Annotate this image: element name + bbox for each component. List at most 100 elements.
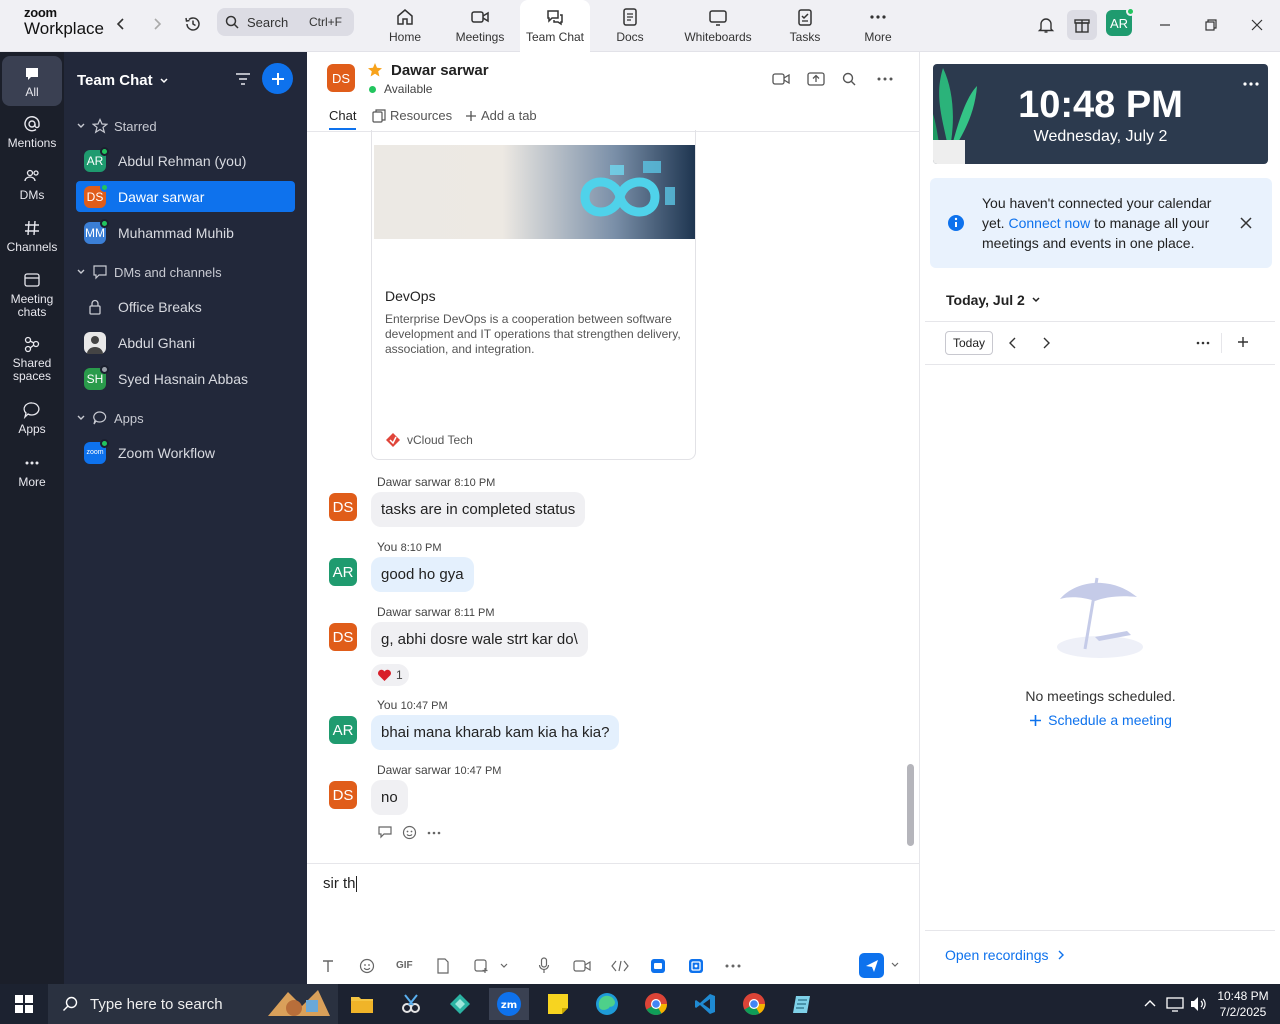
file-explorer-icon[interactable] <box>342 988 382 1020</box>
add-reaction-icon[interactable] <box>402 824 418 840</box>
gift-button[interactable] <box>1067 10 1097 40</box>
connect-now-link[interactable]: Connect now <box>1008 215 1090 231</box>
volume-icon[interactable] <box>1190 996 1208 1012</box>
add-tab-button[interactable]: Add a tab <box>465 108 537 123</box>
tab-whiteboards[interactable]: Whiteboards <box>680 0 756 52</box>
rail-mentions[interactable]: Mentions <box>2 115 62 150</box>
search-icon[interactable] <box>842 72 856 86</box>
forward-button[interactable] <box>146 13 168 35</box>
edge-icon[interactable] <box>587 988 627 1020</box>
section-apps[interactable]: Apps <box>76 410 144 426</box>
search-input[interactable]: Search Ctrl+F <box>217 8 354 36</box>
composer-more-icon[interactable] <box>725 964 741 968</box>
today-button[interactable]: Today <box>945 331 993 355</box>
plus-icon[interactable] <box>1237 336 1249 348</box>
message-avatar[interactable]: AR <box>329 716 357 744</box>
back-button[interactable] <box>110 13 132 35</box>
sidebar-item-abdul-ghani[interactable]: Abdul Ghani <box>76 327 295 358</box>
start-button[interactable] <box>4 988 44 1020</box>
contact-avatar[interactable]: DS <box>327 64 355 92</box>
snipping-icon[interactable] <box>391 988 431 1020</box>
message-bubble[interactable]: no <box>371 780 408 815</box>
sidebar-item-muhammad-muhib[interactable]: MM Muhammad Muhib <box>76 217 295 248</box>
tab-team-chat[interactable]: Team Chat <box>520 0 590 52</box>
tab-resources[interactable]: Resources <box>372 108 452 123</box>
sticky-notes-icon[interactable] <box>538 988 578 1020</box>
chevron-left-icon[interactable] <box>1008 337 1018 349</box>
sidebar-item-zoom-workflow[interactable]: zoom Zoom Workflow <box>76 437 295 468</box>
gif-button[interactable]: GIF <box>396 960 413 971</box>
star-filled-icon[interactable] <box>367 62 383 78</box>
section-dms-and-channels[interactable]: DMs and channels <box>76 264 222 280</box>
message-bubble[interactable]: tasks are in completed status <box>371 492 586 527</box>
reply-icon[interactable] <box>377 825 393 839</box>
sidebar-item-office-breaks[interactable]: Office Breaks <box>76 291 295 322</box>
user-avatar[interactable]: AR <box>1106 7 1135 36</box>
chevron-down-icon[interactable] <box>500 963 508 969</box>
message-bubble[interactable]: g, abhi dosre wale strt kar do\ <box>371 622 588 657</box>
link-preview-card[interactable]: DevOps Enterprise DevOps is a cooperatio… <box>371 130 696 460</box>
send-button[interactable] <box>859 953 884 978</box>
video-message-icon[interactable] <box>573 959 591 973</box>
share-screen-icon[interactable] <box>807 70 825 88</box>
vscode-icon[interactable] <box>685 988 725 1020</box>
chevron-right-icon[interactable] <box>1041 337 1051 349</box>
rail-dms[interactable]: DMs <box>2 167 62 202</box>
sidebar-title-dropdown[interactable]: Team Chat <box>77 72 169 89</box>
sidebar-item-syed-hasnain-abbas[interactable]: SH Syed Hasnain Abbas <box>76 363 295 394</box>
message-avatar[interactable]: DS <box>329 623 357 651</box>
new-chat-button[interactable] <box>262 63 293 94</box>
rail-meeting-chats[interactable]: Meeting chats <box>2 271 62 319</box>
app-integration-2-icon[interactable] <box>688 958 704 974</box>
history-button[interactable] <box>182 13 204 35</box>
composer-input[interactable]: sir th <box>323 875 357 893</box>
rail-apps[interactable]: Apps <box>2 401 62 436</box>
close-button[interactable] <box>1242 10 1272 40</box>
filter-button[interactable] <box>234 70 252 88</box>
notepad-icon[interactable] <box>783 988 823 1020</box>
chat-scrollbar[interactable] <box>907 764 914 846</box>
message-avatar[interactable]: DS <box>329 493 357 521</box>
message-bubble[interactable]: bhai mana kharab kam kia ha kia? <box>371 715 620 750</box>
screenshot-icon[interactable] <box>473 958 489 974</box>
message-composer[interactable]: sir th GIF <box>307 863 919 984</box>
calendar-more-icon[interactable] <box>1196 341 1210 345</box>
sidebar-item-abdul-rehman[interactable]: AR Abdul Rehman (you) <box>76 145 295 176</box>
chevron-up-icon[interactable] <box>1143 998 1157 1008</box>
chrome-icon[interactable] <box>734 988 774 1020</box>
chrome-icon[interactable] <box>636 988 676 1020</box>
widget-more-icon[interactable] <box>1243 82 1259 86</box>
file-icon[interactable] <box>436 958 450 974</box>
schedule-meeting-link[interactable]: Schedule a meeting <box>920 712 1280 728</box>
section-starred[interactable]: Starred <box>76 118 157 134</box>
day-selector[interactable]: Today, Jul 2 <box>946 292 1041 308</box>
zoom-icon[interactable]: zm <box>489 988 529 1020</box>
chevron-down-icon[interactable] <box>891 962 899 968</box>
rail-more[interactable]: More <box>2 454 62 489</box>
restore-button[interactable] <box>1196 10 1226 40</box>
close-icon[interactable] <box>1239 216 1253 230</box>
contact-name[interactable]: Dawar sarwar <box>391 62 489 79</box>
emoji-icon[interactable] <box>359 958 375 974</box>
message-bubble[interactable]: good ho gya <box>371 557 474 592</box>
notifications-button[interactable] <box>1031 10 1061 40</box>
tab-home[interactable]: Home <box>380 0 430 52</box>
minimize-button[interactable] <box>1150 10 1180 40</box>
reaction-heart[interactable]: 1 <box>371 664 409 686</box>
video-call-icon[interactable] <box>772 71 790 87</box>
message-more-icon[interactable] <box>427 831 441 835</box>
open-recordings-link[interactable]: Open recordings <box>945 947 1065 963</box>
taskbar-clock[interactable]: 10:48 PM 7/2/2025 <box>1215 988 1271 1020</box>
rail-channels[interactable]: Channels <box>2 219 62 254</box>
tab-more[interactable]: More <box>856 0 900 52</box>
code-snippet-icon[interactable] <box>611 960 629 972</box>
app-icon[interactable] <box>440 988 480 1020</box>
rail-all[interactable]: All <box>2 56 62 106</box>
tab-docs[interactable]: Docs <box>605 0 655 52</box>
network-icon[interactable] <box>1166 996 1184 1012</box>
rail-shared-spaces[interactable]: Shared spaces <box>2 335 62 383</box>
tab-meetings[interactable]: Meetings <box>450 0 510 52</box>
tab-chat[interactable]: Chat <box>329 108 357 130</box>
message-avatar[interactable]: DS <box>329 781 357 809</box>
message-avatar[interactable]: AR <box>329 558 357 586</box>
